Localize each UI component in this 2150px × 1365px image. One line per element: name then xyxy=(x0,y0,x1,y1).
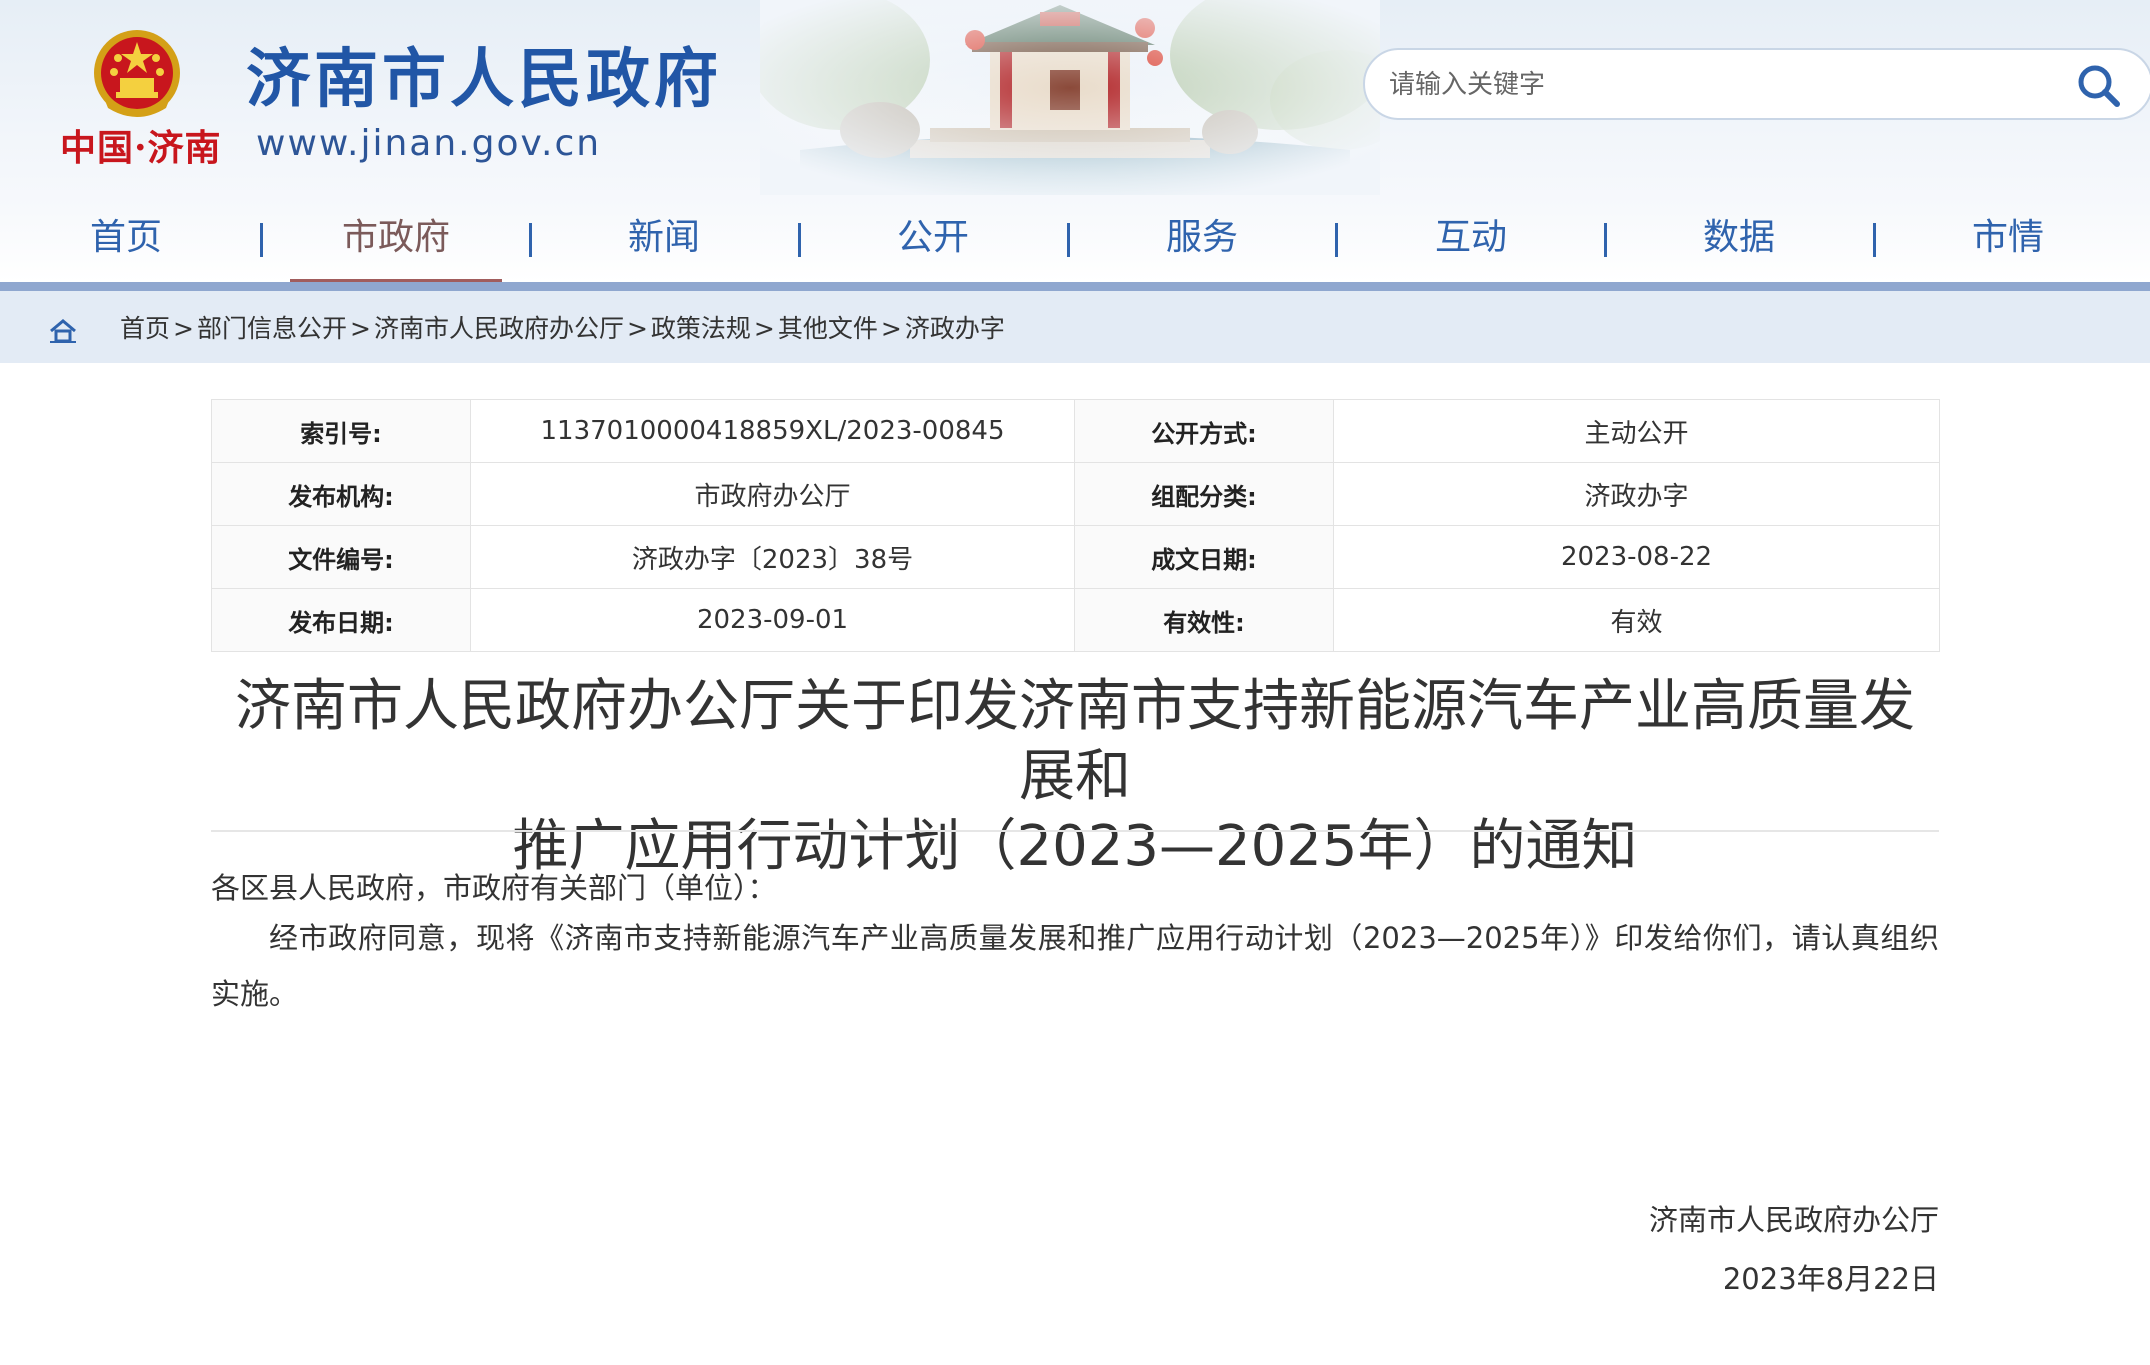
meta-value: 113701000041885‌9XL/2023-00845 xyxy=(470,399,1075,463)
meta-key: 公开方式: xyxy=(1074,399,1334,463)
nav-item-services[interactable]: 服务 xyxy=(1082,203,1322,273)
national-emblem-icon xyxy=(94,30,180,117)
breadcrumb-item-policy[interactable]: 政策法规 xyxy=(651,314,751,343)
nav-separator xyxy=(260,223,263,257)
meta-key: 发布机构: xyxy=(211,462,471,526)
article-title-line: 济南市人民政府办公厅关于印发济南市支持新能源汽车产业高质量发展和 xyxy=(235,674,1915,809)
meta-value: 2023-09-01 xyxy=(470,588,1075,652)
breadcrumb-separator: > xyxy=(626,314,648,343)
nav-item-interaction[interactable]: 互动 xyxy=(1351,203,1591,273)
breadcrumb-separator: > xyxy=(753,314,775,343)
nav-item-home[interactable]: 首页 xyxy=(6,203,246,273)
signature-date: 2023年8月22日 xyxy=(1722,1262,1939,1296)
meta-key: 组配分类: xyxy=(1074,462,1334,526)
nav-item-city-info[interactable]: 市情 xyxy=(1888,203,2128,273)
site-header: 中国·济南 济南市人民政府 www.jinan.gov.cn 首页 市政府 新闻… xyxy=(0,0,2150,282)
nav-separator xyxy=(529,223,532,257)
pavilion-scenery-image xyxy=(760,0,1380,195)
meta-value: 济政办字 xyxy=(1333,462,1940,526)
search-input[interactable] xyxy=(1389,62,2029,108)
article-salutation: 各区县人民政府，市政府有关部门（单位）： xyxy=(211,871,777,905)
article-title: 济南市人民政府办公厅关于印发济南市支持新能源汽车产业高质量发展和 推广应用行动计… xyxy=(211,672,1939,882)
signature-organization: 济南市人民政府办公厅 xyxy=(1648,1203,1939,1237)
meta-key: 发布日期: xyxy=(211,588,471,652)
breadcrumb-item-other-files[interactable]: 其他文件 xyxy=(778,314,878,343)
nav-separator xyxy=(798,223,801,257)
home-icon[interactable] xyxy=(48,318,78,344)
meta-value: 市政府办公厅 xyxy=(470,462,1075,526)
nav-item-public[interactable]: 公开 xyxy=(813,203,1053,273)
nav-separator xyxy=(1873,223,1876,257)
site-url[interactable]: www.jinan.gov.cn xyxy=(256,120,601,168)
meta-value: 有效 xyxy=(1333,588,1940,652)
site-title[interactable]: 济南市人民政府 xyxy=(246,40,722,120)
main-nav: 首页 市政府 新闻 公开 服务 互动 数据 市情 xyxy=(0,195,2150,282)
breadcrumb-separator: > xyxy=(880,314,902,343)
breadcrumb-separator: > xyxy=(173,314,194,343)
article-body: 经市政府同意，现将《济南市支持新能源汽车产业高质量发展和推广应用行动计划（202… xyxy=(211,921,1939,1011)
meta-key: 索引号: xyxy=(211,399,471,463)
breadcrumb-item-home[interactable]: 首页 xyxy=(120,314,170,343)
nav-separator xyxy=(1335,223,1338,257)
meta-value: 主动公开 xyxy=(1333,399,1940,463)
nav-item-data[interactable]: 数据 xyxy=(1619,203,1859,273)
table-row: 文件编号: 济政办字〔2023〕38号 成文日期: 2023-08-22 xyxy=(211,525,1940,589)
table-row: 索引号: 113701000041885‌9XL/2023-00845 公开方式… xyxy=(211,399,1940,463)
emblem-caption: 中国·济南 xyxy=(60,127,222,169)
nav-bottom-line xyxy=(0,282,2150,291)
meta-value: 济政办字〔2023〕38号 xyxy=(470,525,1075,589)
breadcrumb-item-current[interactable]: 济政办字 xyxy=(905,314,1005,343)
nav-item-government[interactable]: 市政府 xyxy=(276,203,516,273)
nav-separator xyxy=(1604,223,1607,257)
table-row: 发布日期: 2023-09-01 有效性: 有效 xyxy=(211,588,1940,652)
nav-item-news[interactable]: 新闻 xyxy=(544,203,784,273)
nav-separator xyxy=(1067,223,1070,257)
search-box xyxy=(1363,48,2150,120)
meta-key: 文件编号: xyxy=(211,525,471,589)
breadcrumb: 首页 > 部门信息公开 > 济南市人民政府办公厅 > 政策法规 > 其他文件 > 济政办字 xyxy=(120,311,1005,347)
breadcrumb-item-office[interactable]: 济南市人民政府办公厅 xyxy=(374,314,624,343)
breadcrumb-separator: > xyxy=(349,314,371,343)
meta-key: 成文日期: xyxy=(1074,525,1334,589)
breadcrumb-item-dept-info[interactable]: 部门信息公开 xyxy=(197,314,347,343)
table-row: 发布机构: 市政府办公厅 组配分类: 济政办字 xyxy=(211,462,1940,526)
meta-value: 2023-08-22 xyxy=(1333,525,1940,589)
meta-key: 有效性: xyxy=(1074,588,1334,652)
search-icon[interactable] xyxy=(2073,60,2125,112)
title-divider xyxy=(211,830,1939,832)
document-meta-table: 索引号: 113701000041885‌9XL/2023-00845 公开方式… xyxy=(211,399,1940,652)
